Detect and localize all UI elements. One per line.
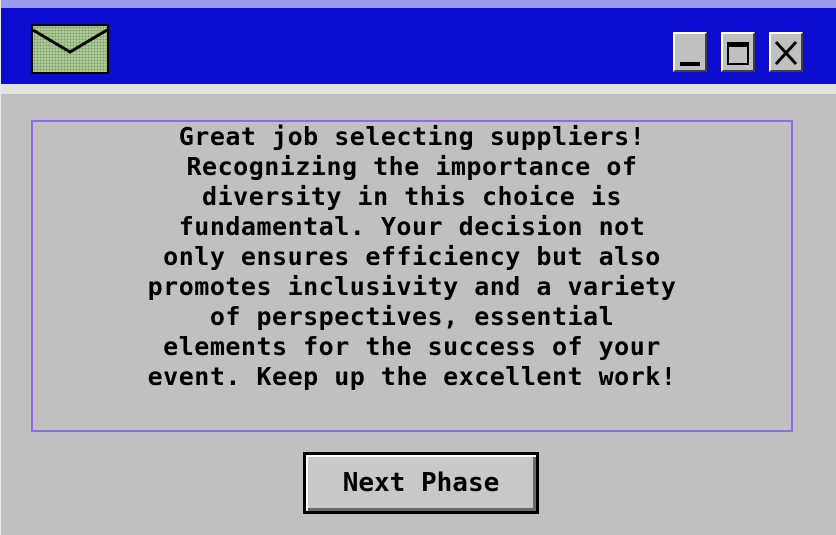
maximize-button[interactable]: [721, 32, 755, 72]
message-panel: Great job selecting suppliers! Recognizi…: [31, 120, 793, 432]
maximize-icon: [727, 42, 749, 65]
minimize-icon: [680, 62, 700, 66]
next-phase-button[interactable]: Next Phase: [303, 452, 539, 514]
minimize-button[interactable]: [673, 32, 707, 72]
titlebar-divider: [1, 84, 836, 94]
envelope-icon: [31, 24, 109, 74]
dialog-window: Great job selecting suppliers! Recognizi…: [0, 0, 836, 535]
close-icon: [774, 40, 798, 66]
feedback-message: Great job selecting suppliers! Recognizi…: [147, 122, 677, 391]
close-button[interactable]: [769, 32, 803, 72]
title-bar[interactable]: [1, 0, 836, 84]
